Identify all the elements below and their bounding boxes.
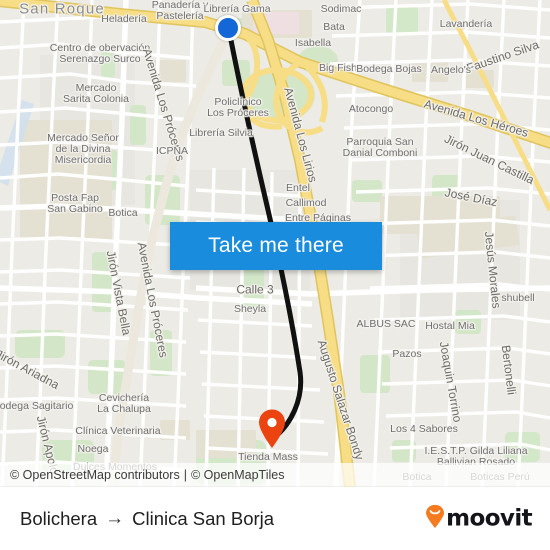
map-canvas[interactable]: San Roque Heladería Panadería y Pastelería L… bbox=[0, 0, 550, 487]
attribution-tiles[interactable]: © OpenMapTiles bbox=[191, 468, 285, 482]
route-destination-label: Clinica San Borja bbox=[132, 507, 275, 529]
origin-marker[interactable] bbox=[215, 15, 241, 41]
map-attribution: © OpenStreetMap contributors | © OpenMap… bbox=[0, 463, 550, 487]
attribution-separator: | bbox=[183, 468, 187, 482]
route-summary: Bolichera → Clinica San Borja bbox=[20, 508, 274, 530]
take-me-there-button[interactable]: Take me there bbox=[170, 222, 382, 270]
route-origin-label: Bolichera bbox=[20, 507, 98, 529]
destination-marker[interactable] bbox=[257, 409, 287, 449]
route-arrow-icon: → bbox=[105, 507, 125, 529]
footer-bar: Bolichera → Clinica San Borja moovit bbox=[0, 487, 550, 550]
moovit-wordmark: moovit bbox=[446, 505, 532, 532]
moovit-pin-smile-icon bbox=[425, 504, 445, 533]
moovit-map-screen: San Roque Heladería Panadería y Pastelería L… bbox=[0, 0, 550, 550]
moovit-logo[interactable]: moovit bbox=[425, 504, 533, 533]
attribution-osm[interactable]: © OpenStreetMap contributors bbox=[10, 468, 180, 482]
